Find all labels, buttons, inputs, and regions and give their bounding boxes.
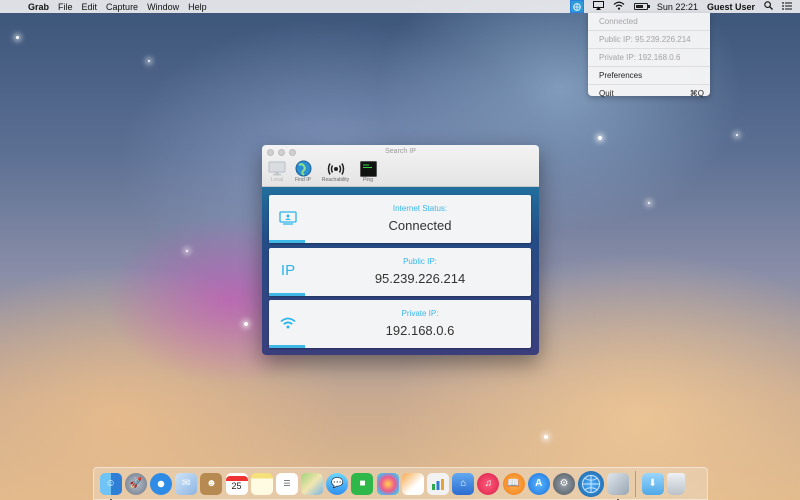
terminal-icon [356,160,380,177]
internet-status-value: Connected [388,218,452,233]
globe-icon [570,1,583,12]
menu-item-preferences[interactable]: Preferences [588,67,710,84]
app-store-icon[interactable]: A [527,472,550,495]
status-menu-dropdown: Connected Public IP: 95.239.226.214 Priv… [588,13,710,98]
tab-reachability-label: Reachability [321,177,350,183]
finder-icon[interactable]: ☺ [99,472,122,500]
menu-item-public-ip: Public IP: 95.239.226.214 [599,35,691,44]
menu-bar: Grab File Edit Capture Window Help Sun 2… [0,0,800,13]
dock: ☺ 🚀 ✉ ☻ 25 ☰ 💬 ■ ⌂ ♫ 📖 A ⚙ ⬇ [93,467,708,500]
launchpad-icon[interactable]: 🚀 [124,472,147,495]
ibooks-icon[interactable]: 📖 [502,472,525,495]
star [244,322,248,326]
battery-level [635,5,644,8]
preview-icon[interactable] [607,472,630,500]
menu-edit[interactable]: Edit [82,2,105,12]
menu-capture[interactable]: Capture [106,2,145,12]
window-title: Search IP [385,148,416,155]
internet-status-label: Internet Status: [392,204,448,213]
search-ip-window: Search IP Local Find IP Reachability Pin… [262,145,539,355]
contacts-icon[interactable]: ☻ [200,472,223,495]
tab-reachability[interactable]: Reachability [317,160,354,183]
private-ip-label: Private IP: [401,309,439,318]
downloads-icon[interactable]: ⬇ [641,472,664,495]
search-ip-icon[interactable] [578,470,605,497]
globe-icon [291,160,315,177]
window-toolbar: Local Find IP Reachability Ping [265,160,382,183]
itunes-icon[interactable]: ♫ [477,472,500,495]
menu-file[interactable]: File [58,2,80,12]
photos-icon[interactable] [376,472,399,495]
status-area: Sun 22:21 Guest User [569,0,800,13]
quit-label: Quit [599,89,614,98]
tab-find-ip[interactable]: Find IP [291,160,315,183]
calendar-day: 25 [231,481,242,491]
tab-local[interactable]: Local [265,160,289,183]
menu-app-name[interactable]: Grab [28,2,56,12]
calendar-icon[interactable]: 25 [225,472,248,495]
menu-help[interactable]: Help [188,2,214,12]
ip-icon-text: IP [280,262,296,279]
pages-icon[interactable] [401,472,424,495]
tab-ping[interactable]: Ping [356,160,380,183]
monitor-icon [265,160,289,177]
facetime-icon[interactable]: ■ [351,472,374,495]
keynote-icon[interactable]: ⌂ [452,472,475,495]
progress-bar [269,293,305,296]
user-name[interactable]: Guest User [707,2,755,12]
menu-item-connected: Connected [599,17,638,26]
dock-divider [634,470,636,497]
public-ip-card: IP Public IP: 95.239.226.214 [269,248,531,296]
safari-icon[interactable] [149,472,172,495]
star [544,435,548,439]
clock[interactable]: Sun 22:21 [657,2,698,12]
reminders-icon[interactable]: ☰ [275,472,298,495]
notes-icon[interactable] [250,472,273,495]
public-ip-value: 95.239.226.214 [374,271,466,286]
tab-ping-label: Ping [362,177,373,183]
internet-status-card: Internet Status: Connected [269,195,531,243]
star [186,250,188,252]
star [16,36,19,39]
star [148,60,150,62]
progress-bar [269,345,305,348]
star [648,202,650,204]
public-ip-label: Public IP: [403,257,437,266]
spotlight-search-icon[interactable] [764,1,773,12]
search-ip-status-item[interactable] [569,0,584,13]
window-titlebar[interactable]: Search IP Local Find IP Reachability Pin… [262,145,539,187]
tab-local-label: Local [271,177,283,183]
system-preferences-icon[interactable]: ⚙ [552,472,575,495]
menu-item-private-ip: Private IP: 192.168.0.6 [599,53,681,62]
private-ip-card: Private IP: 192.168.0.6 [269,300,531,348]
messages-icon[interactable]: 💬 [326,472,349,495]
progress-bar [269,240,305,243]
star [736,134,738,136]
menu-item-quit[interactable]: Quit ⌘Q [588,85,710,102]
maps-icon[interactable] [301,472,324,495]
private-ip-value: 192.168.0.6 [385,323,455,338]
airplay-icon[interactable] [592,1,604,12]
wifi-icon [278,300,298,345]
quit-shortcut: ⌘Q [689,89,704,98]
computer-icon [278,195,298,240]
broadcast-icon [317,160,354,177]
trash-icon[interactable] [666,472,685,495]
star [598,136,602,140]
wifi-icon[interactable] [613,1,625,12]
battery-icon[interactable] [633,3,650,10]
menu-window[interactable]: Window [147,2,186,12]
numbers-icon[interactable] [427,472,450,495]
tab-find-ip-label: Find IP [295,177,311,183]
notification-center-icon[interactable] [782,1,792,12]
mail-icon[interactable]: ✉ [175,472,198,495]
ip-icon: IP [278,248,298,293]
